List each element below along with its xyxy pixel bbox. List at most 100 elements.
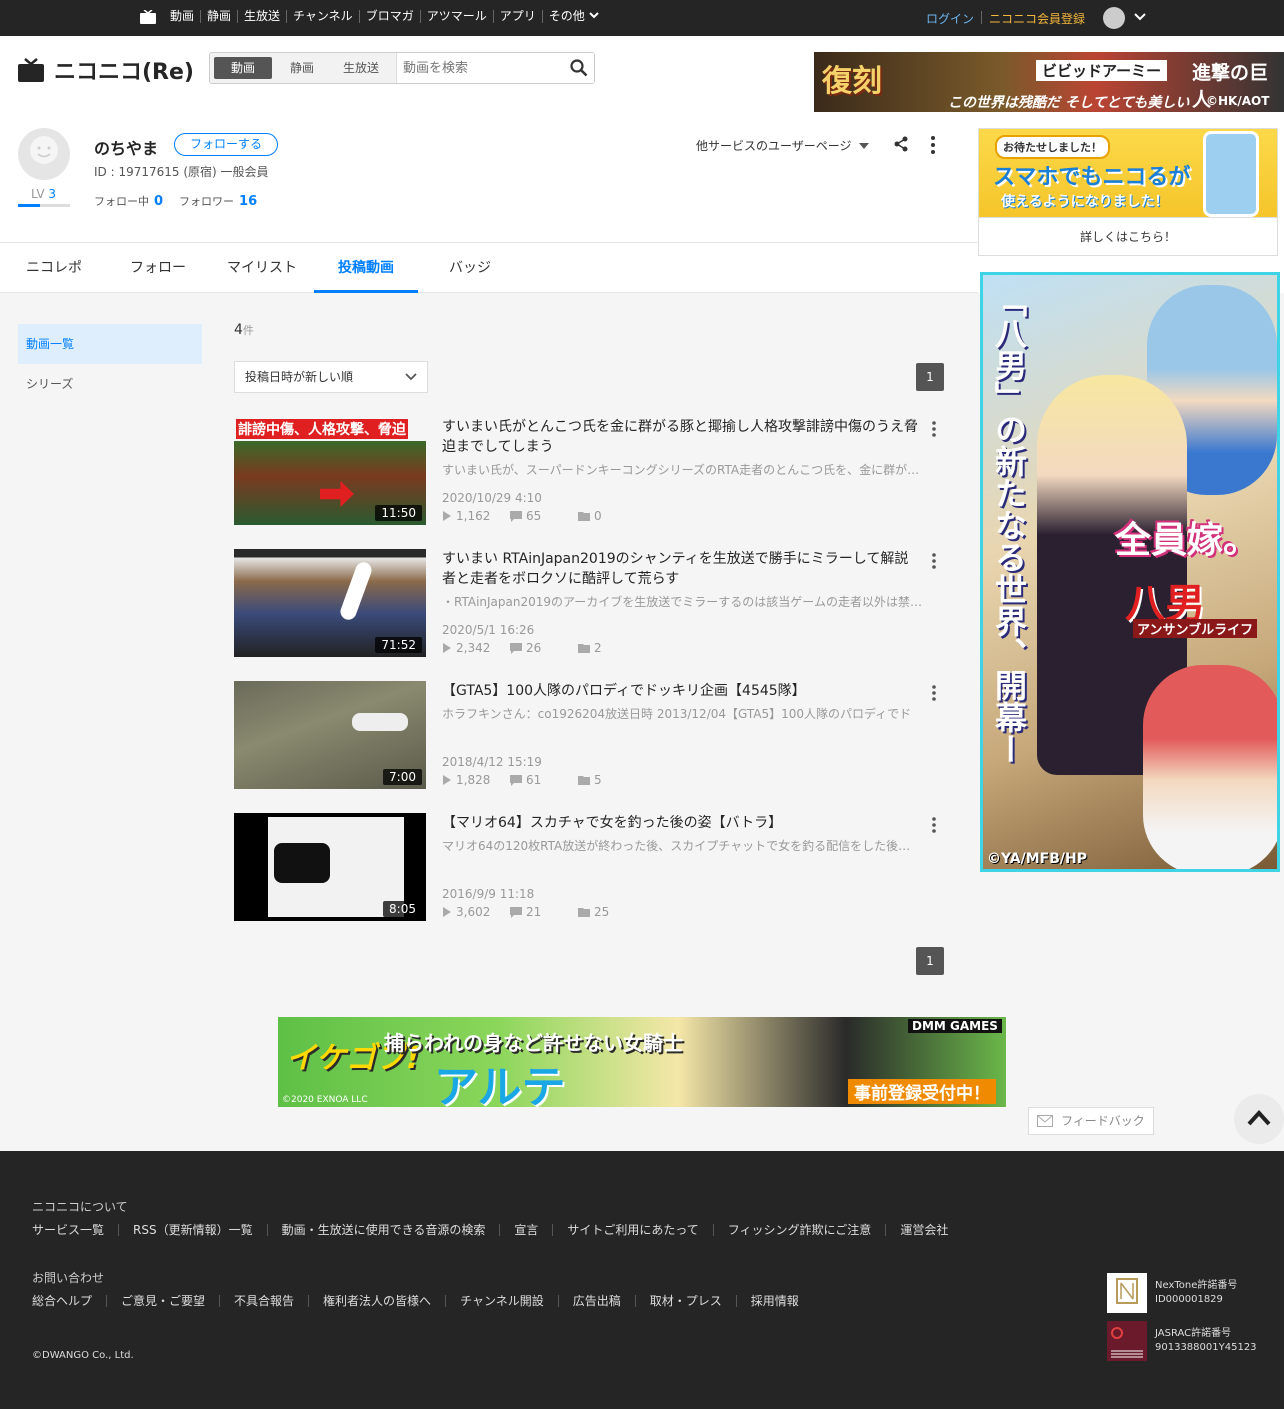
tab-badges[interactable]: バッジ [430, 243, 510, 293]
nav-link-app[interactable]: アプリ [492, 10, 542, 23]
site-logo[interactable]: ニコニコ(Re) [18, 54, 194, 86]
search-tab-seiga[interactable]: 静画 [273, 57, 331, 79]
arrow-icon [320, 481, 354, 507]
footer-link[interactable]: 不具合報告 [219, 1295, 308, 1307]
video-title[interactable]: すいまい氏がとんこつ氏を金に群がる豚と揶揄し人格攻撃誹謗中傷のうえ脅迫までしてし… [442, 417, 922, 457]
search-input[interactable] [396, 53, 566, 83]
video-stats: 1,828 61 5 [442, 773, 602, 787]
more-vertical-icon[interactable] [930, 553, 938, 569]
header-ad-banner[interactable]: 復刻 ビビッドアーミー 進撃の巨人 この世界は残酷だ そしてとても美しい ©HK… [814, 52, 1284, 112]
register-link[interactable]: ニコニコ会員登録 [989, 10, 1085, 27]
feedback-button[interactable]: フィードバック [1028, 1107, 1154, 1135]
tab-mylist[interactable]: マイリスト [214, 243, 310, 293]
promo-details-link[interactable]: 詳しくはこちら！ [979, 217, 1277, 255]
nav-link-blomaga[interactable]: ブロマガ [358, 10, 420, 23]
more-vertical-icon[interactable] [930, 817, 938, 833]
niconico-logo-icon [18, 58, 44, 82]
sidebar-item-videos[interactable]: 動画一覧 [18, 324, 202, 364]
tab-nicorepo[interactable]: ニコレポ [14, 243, 94, 293]
search-button[interactable] [566, 53, 594, 83]
comment-count-value: 61 [526, 773, 542, 787]
pagination-page[interactable]: 1 [916, 947, 944, 975]
nav-link-more-label: その他 [548, 9, 585, 23]
nav-link-channel[interactable]: チャンネル [286, 10, 359, 23]
video-item[interactable]: 誹謗中傷、人格攻撃、脅迫 11:50 すいまい氏がとんこつ氏を金に群がる豚と揶揄… [234, 417, 946, 525]
footer-link[interactable]: チャンネル開設 [445, 1295, 558, 1307]
pagination-page[interactable]: 1 [916, 363, 944, 391]
login-link[interactable]: ログイン [926, 10, 974, 27]
video-date: 2020/10/29 4:10 [442, 491, 542, 505]
search-tab-video[interactable]: 動画 [214, 57, 272, 79]
footer-link[interactable]: 権利者法人の皆様へ [308, 1295, 445, 1307]
promo-text: お待たせしました！ [995, 135, 1110, 159]
mylist-count: 2 [578, 641, 602, 655]
following-count[interactable]: 0 [154, 194, 163, 209]
footer-heading: ニコニコについて [32, 1200, 128, 1214]
promo-panel[interactable]: お待たせしました！ スマホでもニコるが 使えるようになりました！ 詳しくはこちら… [978, 128, 1278, 256]
follow-button[interactable]: フォローする [174, 133, 278, 156]
footer-link[interactable]: ご意見・ご要望 [106, 1295, 219, 1307]
footer-link[interactable]: フィッシング詐欺にご注意 [712, 1224, 886, 1236]
ad-text: ©YA/MFB/HP [987, 851, 1088, 867]
nav-link-live[interactable]: 生放送 [237, 10, 286, 23]
sort-select-value: 投稿日時が新しい順 [245, 370, 354, 384]
footer-link[interactable]: サービス一覧 [32, 1224, 118, 1236]
nav-link-seiga[interactable]: 静画 [200, 10, 237, 23]
footer-link[interactable]: サイトご利用にあたって [552, 1224, 712, 1236]
sidebar-ad-banner[interactable]: 「八男」の新たなる世界、開幕ー 全員嫁。 八男 アンサンブルライフ ©YA/MF… [980, 272, 1280, 872]
followers-count[interactable]: 16 [239, 194, 257, 209]
video-thumbnail[interactable]: 7:00 [234, 681, 426, 789]
comment-icon [510, 906, 522, 918]
user-level: LV 3 [31, 187, 56, 201]
view-count: 1,162 [442, 509, 510, 523]
footer-link[interactable]: 採用情報 [735, 1295, 813, 1307]
user-id: ID : 19717615 (原宿) 一般会員 [94, 165, 269, 179]
video-thumbnail[interactable]: 71:52 [234, 549, 426, 657]
other-services-label: 他サービスのユーザーページ [696, 139, 852, 153]
chevron-down-icon[interactable] [1134, 10, 1146, 24]
video-description: ホラフキンさん：co1926204放送日時 2013/12/04【GTA5】10… [442, 707, 912, 721]
tab-videos[interactable]: 投稿動画 [314, 243, 418, 293]
footer-link[interactable]: 宣言 [499, 1224, 552, 1236]
video-title[interactable]: 【GTA5】100人隊のパロディでドッキリ企画【4545隊】 [442, 681, 922, 701]
footer-link[interactable]: RSS（更新情報）一覧 [118, 1224, 267, 1236]
more-vertical-icon[interactable] [928, 136, 938, 154]
bottom-ad-banner[interactable]: イケゴブ! 捕らわれの身など許せない女騎士 アルテ DMM GAMES 事前登録… [278, 1017, 1006, 1107]
footer-link[interactable]: 動画・生放送に使用できる音源の検索 [266, 1224, 500, 1236]
sort-select[interactable]: 投稿日時が新しい順 [234, 361, 428, 393]
comment-count: 21 [510, 905, 578, 919]
mylist-count: 25 [578, 905, 609, 919]
comment-count: 26 [510, 641, 578, 655]
video-stats: 2,342 26 2 [442, 641, 602, 655]
user-avatar-icon[interactable] [1103, 7, 1125, 29]
share-icon[interactable] [893, 136, 909, 152]
video-title[interactable]: 【マリオ64】スカチャで女を釣った後の姿【バトラ】 [442, 813, 922, 833]
video-item[interactable]: 8:05 【マリオ64】スカチャで女を釣った後の姿【バトラ】 マリオ64の120… [234, 813, 946, 921]
logo-text: ニコニコ(Re) [54, 60, 194, 85]
video-title[interactable]: すいまい RTAinJapan2019のシャンティを生放送で勝手にミラーして解説… [442, 549, 922, 589]
footer-link[interactable]: 取材・プレス [634, 1295, 736, 1307]
ad-text: ビビッドアーミー [1036, 60, 1168, 81]
search-tab-live[interactable]: 生放送 [332, 57, 390, 79]
more-vertical-icon[interactable] [930, 421, 938, 437]
video-item[interactable]: 7:00 【GTA5】100人隊のパロディでドッキリ企画【4545隊】 ホラフキ… [234, 681, 946, 789]
niconico-tv-icon[interactable] [140, 10, 156, 24]
video-thumbnail[interactable]: 誹謗中傷、人格攻撃、脅迫 11:50 [234, 417, 426, 525]
footer-link[interactable]: 広告出稿 [557, 1295, 635, 1307]
promo-image[interactable]: お待たせしました！ スマホでもニコるが 使えるようになりました！ [979, 129, 1277, 217]
sidebar-item-series[interactable]: シリーズ [18, 364, 202, 404]
nav-link-more[interactable]: その他 [541, 9, 605, 23]
footer-link[interactable]: 運営会社 [885, 1224, 962, 1236]
more-vertical-icon[interactable] [930, 685, 938, 701]
nav-link-atsumaru[interactable]: アツマール [419, 10, 493, 23]
video-item[interactable]: 71:52 すいまい RTAinJapan2019のシャンティを生放送で勝手にミ… [234, 549, 946, 657]
video-thumbnail[interactable]: 8:05 [234, 813, 426, 921]
nav-link-video[interactable]: 動画 [170, 10, 200, 23]
user-name: のちやま [94, 139, 159, 158]
tab-follow[interactable]: フォロー [118, 243, 198, 293]
footer-link[interactable]: 総合ヘルプ [32, 1295, 106, 1307]
nextone-logo-icon [1107, 1273, 1147, 1313]
other-services-dropdown[interactable]: 他サービスのユーザーページ [696, 137, 870, 154]
back-to-top-button[interactable] [1234, 1094, 1284, 1144]
footer-links: サービス一覧 RSS（更新情報）一覧 動画・生放送に使用できる音源の検索 宣言 … [32, 1224, 962, 1236]
